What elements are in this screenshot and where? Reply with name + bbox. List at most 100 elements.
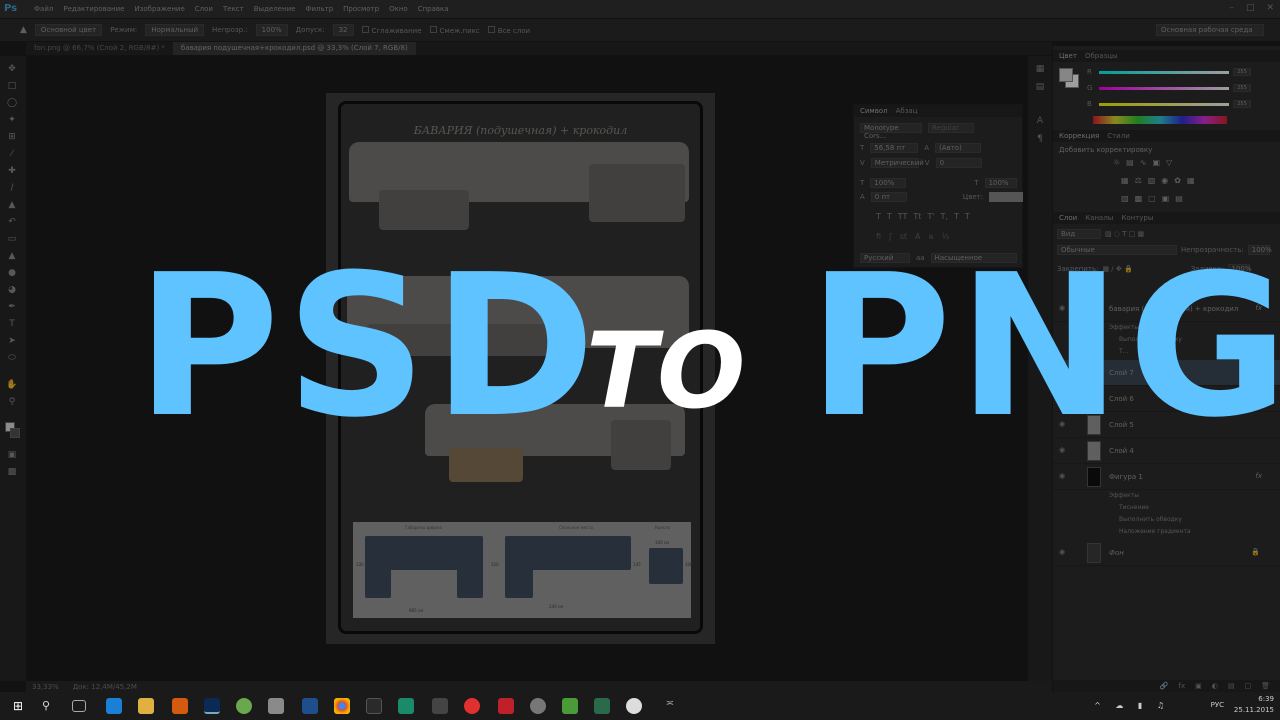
menu-type[interactable]: Текст: [223, 5, 244, 13]
contiguous-checkbox[interactable]: Смеж.пикс: [429, 25, 480, 35]
opacity-input[interactable]: 100%: [255, 24, 288, 36]
tolerance-input[interactable]: 32: [332, 24, 354, 36]
properties-panel-icon[interactable]: ▤: [1033, 80, 1047, 94]
source-select[interactable]: Основной цвет: [34, 24, 103, 36]
font-size-input[interactable]: 56,58 пт: [870, 143, 919, 153]
app-icon-grey[interactable]: [268, 698, 284, 714]
effect-emboss[interactable]: Тиснение: [1119, 502, 1149, 514]
background-color-icon[interactable]: [10, 428, 20, 438]
menu-edit[interactable]: Редактирование: [63, 5, 124, 13]
marquee-tool-icon[interactable]: □: [5, 79, 19, 93]
new-adjustment-icon[interactable]: ◐: [1212, 680, 1218, 692]
tab-color[interactable]: Цвет: [1059, 50, 1077, 62]
tab-bavaria[interactable]: бавария подушечная+крокодил.psd @ 33,3% …: [172, 42, 416, 55]
crop-tool-icon[interactable]: ⊞: [5, 130, 19, 144]
link-layers-icon[interactable]: 🔗: [1160, 680, 1169, 692]
move-tool-icon[interactable]: ✥: [5, 62, 19, 76]
screen-mode-icon[interactable]: ▩: [5, 465, 19, 479]
color-slider-r[interactable]: R 255: [1087, 68, 1277, 76]
tab-fon[interactable]: fon.png @ 66,7% (Слой 2, RGB/8#) *: [26, 42, 173, 55]
color-slider-b[interactable]: B 255: [1087, 100, 1277, 108]
invert-icon[interactable]: ▧: [1121, 194, 1129, 203]
layer-row-background[interactable]: ◉ Фон 🔒: [1053, 540, 1280, 566]
tab-swatches[interactable]: Образцы: [1085, 50, 1118, 62]
app-icon-blue[interactable]: [302, 698, 318, 714]
photoshop-taskbar-icon[interactable]: [204, 698, 220, 714]
add-style-icon[interactable]: fx: [1179, 680, 1186, 692]
effect-gradient-overlay[interactable]: Наложение градиента: [1119, 526, 1191, 538]
leading-input[interactable]: (Авто): [935, 143, 982, 153]
app-icon-green-3[interactable]: [594, 698, 610, 714]
quick-select-icon[interactable]: ✦: [5, 113, 19, 127]
all-layers-checkbox[interactable]: Все слои: [487, 25, 530, 35]
delete-layer-icon[interactable]: 🗑: [1261, 680, 1270, 692]
app-icon-orange[interactable]: [172, 698, 188, 714]
windows-start-icon[interactable]: ⊞: [10, 698, 26, 714]
vertical-scale-input[interactable]: 100%: [870, 178, 907, 188]
shape-tool-icon[interactable]: ⬭: [5, 351, 19, 365]
layer-row[interactable]: ◉ Фигура 1 fx: [1053, 464, 1280, 490]
mode-select[interactable]: Нормальный: [145, 24, 205, 36]
music-player-icon[interactable]: [530, 698, 546, 714]
healing-brush-icon[interactable]: ✚: [5, 164, 19, 178]
effect-stroke[interactable]: Выполнить обводку: [1119, 514, 1182, 526]
visibility-eye-icon[interactable]: ◉: [1059, 472, 1067, 480]
menu-file[interactable]: Файл: [34, 5, 53, 13]
vibrance-icon[interactable]: ▽: [1166, 158, 1172, 167]
color-spectrum[interactable]: [1093, 116, 1227, 124]
app-icon-red[interactable]: [498, 698, 514, 714]
eyedropper-icon[interactable]: ⁄: [5, 147, 19, 161]
antialias-checkbox[interactable]: Сглаживание: [361, 25, 422, 35]
menu-view[interactable]: Просмотр: [343, 5, 379, 13]
add-mask-icon[interactable]: ▣: [1195, 680, 1202, 692]
brightness-icon[interactable]: ☼: [1113, 158, 1120, 167]
network-activity-icon[interactable]: ≍: [662, 698, 678, 714]
minimize-icon[interactable]: –: [1229, 3, 1234, 13]
baseline-input[interactable]: 0 пт: [870, 192, 907, 202]
faux-bold-icon[interactable]: T: [876, 212, 881, 221]
clock[interactable]: 6:39 25.11.2015: [1234, 694, 1274, 716]
app-icon-green-2[interactable]: [562, 698, 578, 714]
lasso-tool-icon[interactable]: ◯: [5, 96, 19, 110]
dodge-tool-icon[interactable]: ◕: [5, 283, 19, 297]
history-panel-icon[interactable]: ▦: [1033, 62, 1047, 76]
tab-styles[interactable]: Стили: [1107, 130, 1130, 142]
tab-paragraph[interactable]: Абзац: [896, 105, 918, 117]
underline-icon[interactable]: T: [954, 212, 959, 221]
gradient-map-icon[interactable]: ▤: [1175, 194, 1183, 203]
stamp-tool-icon[interactable]: ▲: [5, 198, 19, 212]
color-balance-icon[interactable]: ⚖: [1135, 176, 1142, 185]
menu-help[interactable]: Справка: [418, 5, 449, 13]
faux-italic-icon[interactable]: T: [887, 212, 892, 221]
task-view-icon[interactable]: [72, 700, 86, 712]
font-style-select[interactable]: Regular: [928, 123, 974, 133]
yandex-browser-icon[interactable]: [464, 698, 480, 714]
tab-channels[interactable]: Каналы: [1085, 212, 1113, 224]
text-color-swatch[interactable]: [989, 192, 1024, 202]
blur-tool-icon[interactable]: ●: [5, 266, 19, 280]
menu-select[interactable]: Выделение: [254, 5, 296, 13]
new-layer-icon[interactable]: □: [1244, 680, 1251, 692]
hue-sat-icon[interactable]: ▦: [1121, 176, 1129, 185]
threshold-icon[interactable]: ▢: [1148, 194, 1156, 203]
search-icon[interactable]: ⚲: [38, 698, 54, 714]
character-panel-icon[interactable]: A: [1033, 114, 1047, 128]
app-icon-green[interactable]: [236, 698, 252, 714]
selective-color-icon[interactable]: ▣: [1162, 194, 1170, 203]
path-select-icon[interactable]: ➤: [5, 334, 19, 348]
bw-icon[interactable]: ▧: [1148, 176, 1156, 185]
close-icon[interactable]: ✕: [1266, 3, 1274, 13]
levels-icon[interactable]: ▤: [1126, 158, 1134, 167]
tracking-input[interactable]: 0: [935, 158, 982, 168]
app-icon-dark[interactable]: [366, 698, 382, 714]
exposure-icon[interactable]: ▣: [1152, 158, 1160, 167]
file-explorer-icon[interactable]: [138, 698, 154, 714]
curves-icon[interactable]: ∿: [1140, 158, 1147, 167]
maximize-icon[interactable]: □: [1246, 3, 1255, 13]
type-tool-icon[interactable]: T: [5, 317, 19, 331]
small-caps-icon[interactable]: Tt: [913, 212, 921, 221]
kerning-select[interactable]: Метрический: [870, 158, 924, 168]
paint-bucket-tool-icon[interactable]: ▲: [5, 249, 19, 263]
new-group-icon[interactable]: ▤: [1228, 680, 1235, 692]
menu-filter[interactable]: Фильтр: [305, 5, 333, 13]
